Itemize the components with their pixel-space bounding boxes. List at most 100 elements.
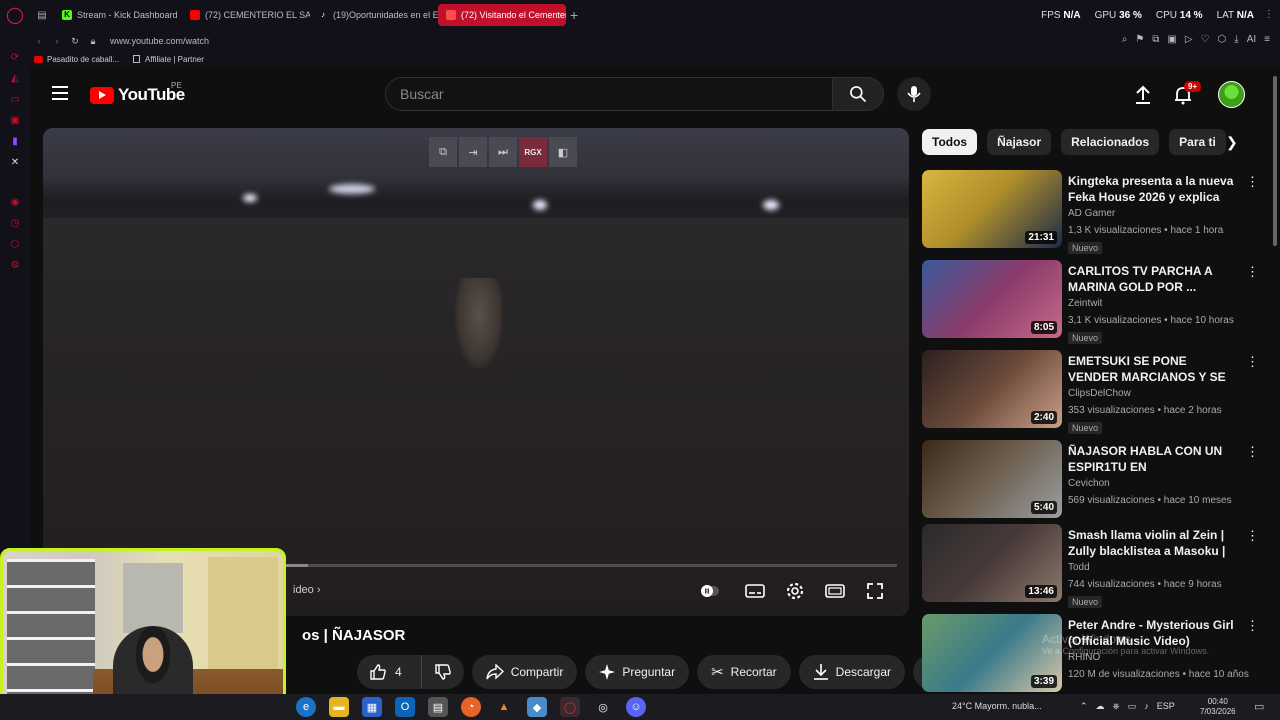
kebab-menu-icon[interactable]: ⋮ xyxy=(1246,174,1259,190)
menu-lines-icon[interactable]: ≡ xyxy=(1264,34,1270,45)
recommendation-item[interactable]: 5:40 ÑAJASOR HABLA CON UN ESPIR1TU EN C3… xyxy=(922,440,1262,520)
edge-icon[interactable]: e xyxy=(296,697,316,717)
fullscreen-button[interactable] xyxy=(864,580,886,602)
video-title[interactable]: CARLITOS TV PARCHA A MARINA GOLD POR ... xyxy=(1068,263,1238,295)
calculator-icon[interactable]: ▤ xyxy=(428,697,448,717)
home-icon[interactable]: ⟳ xyxy=(9,52,21,64)
download-button[interactable]: Descargar xyxy=(798,655,906,689)
like-button[interactable]: 4 xyxy=(357,655,414,689)
upload-button[interactable] xyxy=(1132,84,1154,106)
ai-button[interactable]: AI xyxy=(1247,34,1256,45)
scrollbar[interactable] xyxy=(1273,76,1277,246)
mic-icon[interactable]: ⎈ xyxy=(1113,701,1120,712)
wallet-icon[interactable]: ◭ xyxy=(9,73,21,85)
video-player[interactable]: ⧉ ⇥ ⏭ RGX ◧ ideo › xyxy=(43,128,909,616)
chip-relacionados[interactable]: Relacionados xyxy=(1061,129,1160,155)
dislike-button[interactable] xyxy=(420,655,464,689)
theater-mode-button[interactable] xyxy=(824,580,846,602)
search-input[interactable] xyxy=(386,78,806,110)
video-thumbnail[interactable]: 21:31 xyxy=(922,170,1062,248)
video-thumbnail[interactable]: 2:40 xyxy=(922,350,1062,428)
opera-logo-icon[interactable]: ◯ xyxy=(0,0,30,30)
back-icon[interactable]: ‹ xyxy=(30,36,48,46)
split-view-icon[interactable]: ◧ xyxy=(549,137,577,167)
cube-icon[interactable]: ⬡ xyxy=(1218,34,1227,45)
video-thumbnail[interactable]: 3:39 xyxy=(922,614,1062,692)
video-thumbnail[interactable]: 13:46 xyxy=(922,524,1062,602)
chevron-right-icon[interactable]: ❯ xyxy=(1226,134,1238,151)
settings-button[interactable] xyxy=(784,580,806,602)
app-icon[interactable]: ◆ xyxy=(527,697,547,717)
video-title[interactable]: Smash llama violin al Zein | Zully black… xyxy=(1068,527,1238,559)
window-menu-icon[interactable]: ⋮ xyxy=(1264,9,1274,20)
url-field[interactable]: www.youtube.com/watch xyxy=(110,36,209,46)
chip-para-ti[interactable]: Para ti xyxy=(1169,129,1226,155)
download-icon[interactable]: ⤓ xyxy=(1234,34,1238,45)
kebab-menu-icon[interactable]: ⋮ xyxy=(1246,444,1259,460)
firefox-icon[interactable]: ◔ xyxy=(461,697,481,717)
tab-youtube-cementerio[interactable]: (72) CEMENTERIO EL SAU xyxy=(182,4,310,26)
recommendation-item[interactable]: 13:46 Smash llama violin al Zein | Zully… xyxy=(922,524,1262,608)
enter-icon[interactable]: ⇥ xyxy=(459,137,487,167)
cloud-icon[interactable]: ☁ xyxy=(1096,701,1105,712)
outlook-icon[interactable]: O xyxy=(395,697,415,717)
chip-najasor[interactable]: Ñajasor xyxy=(987,129,1052,155)
chip-todos[interactable]: Todos xyxy=(922,129,978,155)
kebab-menu-icon[interactable]: ⋮ xyxy=(1246,618,1259,634)
kebab-menu-icon[interactable]: ⋮ xyxy=(1246,264,1259,280)
heart-icon[interactable]: ♡ xyxy=(1201,34,1210,45)
channel-name[interactable]: Todd xyxy=(1068,562,1090,573)
hamburger-menu-icon[interactable] xyxy=(52,86,68,100)
vlc-icon[interactable]: ▲ xyxy=(494,697,514,717)
video-title[interactable]: EMETSUKI SE PONE VENDER MARCIANOS Y SE E… xyxy=(1068,353,1238,385)
chapter-label[interactable]: ideo › xyxy=(293,584,321,596)
language-indicator[interactable]: ESP xyxy=(1157,701,1175,712)
volume-icon[interactable]: ♪ xyxy=(1144,701,1149,712)
video-title[interactable]: Kingteka presenta a la nueva Feka House … xyxy=(1068,173,1238,205)
bookmark-item[interactable]: Affiliate | Partner xyxy=(133,55,204,64)
kebab-menu-icon[interactable]: ⋮ xyxy=(1246,354,1259,370)
bookmark-icon[interactable]: ⚑ xyxy=(1135,34,1144,45)
history-icon[interactable]: ◷ xyxy=(9,218,21,230)
channel-name[interactable]: Cevichon xyxy=(1068,478,1110,489)
tab-tiktok[interactable]: ♪ (19)Oportunidades en el E xyxy=(310,4,438,26)
clip-button[interactable]: ✂ Recortar xyxy=(697,655,791,689)
channel-name[interactable]: Zeintwit xyxy=(1068,298,1102,309)
recommendation-item[interactable]: 21:31 Kingteka presenta a la nueva Feka … xyxy=(922,170,1262,254)
tab-youtube-visitando[interactable]: (72) Visitando el Cementer xyxy=(438,4,566,26)
voice-search-button[interactable] xyxy=(897,77,931,111)
settings-icon[interactable]: ⚙ xyxy=(9,260,21,272)
player-icon[interactable]: ▷ xyxy=(1185,34,1193,45)
video-title[interactable]: ÑAJASOR HABLA CON UN ESPIR1TU EN C3MENTE… xyxy=(1068,443,1238,475)
network-icon[interactable]: ▭ xyxy=(1128,701,1137,712)
kebab-menu-icon[interactable]: ⋮ xyxy=(1246,528,1259,544)
bookmark-item[interactable]: Pasadito de caball... xyxy=(34,55,119,64)
skip-icon[interactable]: ⏭ xyxy=(489,137,517,167)
x-icon[interactable]: ✕ xyxy=(9,157,21,169)
file-explorer-icon[interactable]: ▬ xyxy=(329,697,349,717)
obs-icon[interactable]: ◎ xyxy=(593,697,613,717)
share-button[interactable]: Compartir xyxy=(471,655,578,689)
tab-menu-icon[interactable]: ▤ xyxy=(30,10,54,21)
news-icon[interactable]: ▣ xyxy=(9,115,21,127)
player-icon[interactable]: ◉ xyxy=(9,197,21,209)
tab-kick[interactable]: K Stream - Kick Dashboard xyxy=(54,4,182,26)
ask-button[interactable]: Preguntar xyxy=(585,655,690,689)
recommendation-item[interactable]: 2:40 EMETSUKI SE PONE VENDER MARCIANOS Y… xyxy=(922,350,1262,434)
autoplay-toggle[interactable] xyxy=(699,580,721,602)
store-icon[interactable]: ▦ xyxy=(362,697,382,717)
messenger-icon[interactable]: ▭ xyxy=(9,94,21,106)
channel-name[interactable]: AD Gamer xyxy=(1068,208,1115,219)
chevron-up-icon[interactable]: ⌃ xyxy=(1080,701,1088,712)
video-thumbnail[interactable]: 5:40 xyxy=(922,440,1062,518)
search-button[interactable] xyxy=(832,77,884,111)
weather-widget[interactable]: 24°C Mayorm. nubla... xyxy=(952,701,1042,711)
snapshot-icon[interactable]: ⧉ xyxy=(1152,34,1159,45)
video-thumbnail[interactable]: 8:05 xyxy=(922,260,1062,338)
vpn-icon[interactable]: ⬡ xyxy=(9,239,21,251)
forward-icon[interactable]: › xyxy=(48,36,66,46)
discord-icon[interactable]: ☺ xyxy=(626,697,646,717)
twitch-icon[interactable]: ▮ xyxy=(9,136,21,148)
notification-center-icon[interactable]: ▭ xyxy=(1254,700,1264,713)
reload-icon[interactable]: ↻ xyxy=(66,36,84,47)
